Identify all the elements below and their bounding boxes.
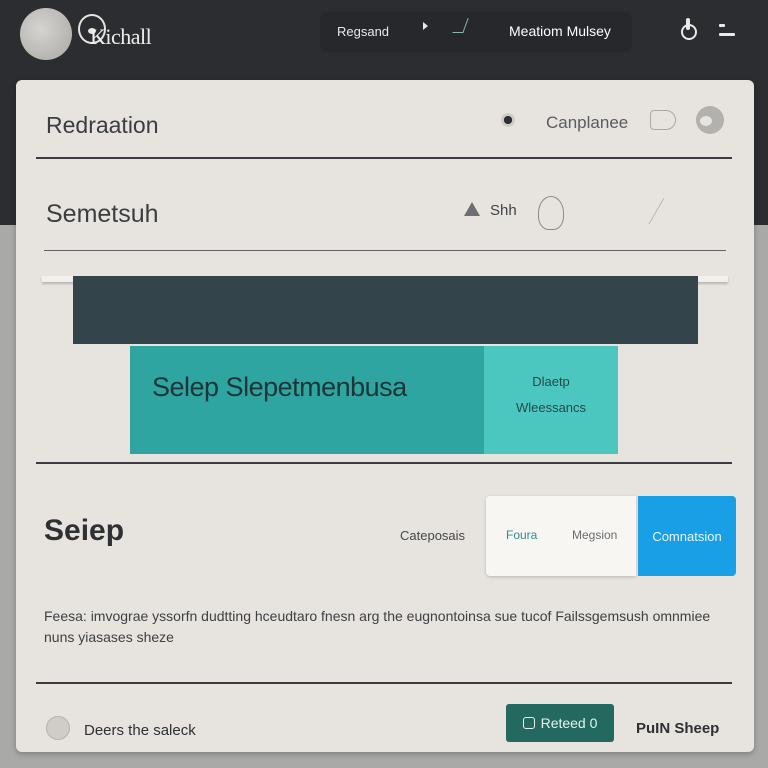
option-foura[interactable]: Foura: [506, 528, 537, 542]
moon-icon[interactable]: [696, 106, 724, 134]
banner-side-line-1: Dlaetp: [532, 374, 570, 389]
banner-title: Selep Slepetmenbusa: [152, 372, 407, 402]
main-card: Redraation Canplanee Semetsuh Shh Selep …: [16, 80, 754, 752]
divider: [36, 157, 732, 159]
section-title-redraation: Redraation: [46, 112, 159, 138]
divider: [36, 682, 732, 684]
report-button[interactable]: Reteed 0: [506, 704, 614, 742]
logo-avatar[interactable]: [20, 8, 72, 60]
edit-icon[interactable]: [648, 198, 687, 224]
dark-banner: [73, 276, 698, 344]
description-text: Feesa: imvograe yssorfn dudtting hceudta…: [44, 608, 711, 645]
shh-label[interactable]: Shh: [490, 202, 517, 219]
toggle-switch[interactable]: [46, 716, 70, 740]
categories-label: Cateposais: [400, 528, 466, 543]
nav-item-regsand[interactable]: Regsand: [337, 24, 389, 39]
section-title-semetsuh: Semetsuh: [46, 200, 159, 228]
nav-item-meatiom[interactable]: Meatiom Mulsey: [509, 23, 611, 39]
primary-button[interactable]: Comnatsion: [638, 496, 736, 576]
brand-name: Kichall: [90, 24, 152, 49]
menu-icon[interactable]: [719, 24, 735, 40]
report-icon: [522, 717, 535, 729]
footer-label: Deers the saleck: [84, 722, 196, 739]
compliance-link[interactable]: Canplanee: [546, 113, 628, 133]
radio-icon[interactable]: [501, 113, 515, 127]
banner-side-line-2: Wleessancs: [515, 400, 587, 415]
warning-icon: [464, 202, 480, 216]
plan-link[interactable]: PuIN Sheep: [636, 720, 719, 737]
chevron-right-icon[interactable]: [423, 22, 428, 30]
divider: [44, 250, 726, 251]
hand-icon[interactable]: [650, 110, 676, 130]
divider: [36, 462, 732, 464]
sleep-section-title: Seiep: [44, 514, 125, 547]
option-megsion[interactable]: Megsion: [572, 528, 617, 542]
report-button-label: Reteed 0: [540, 715, 598, 731]
lightbulb-icon[interactable]: [538, 196, 564, 230]
power-icon[interactable]: [678, 18, 700, 42]
